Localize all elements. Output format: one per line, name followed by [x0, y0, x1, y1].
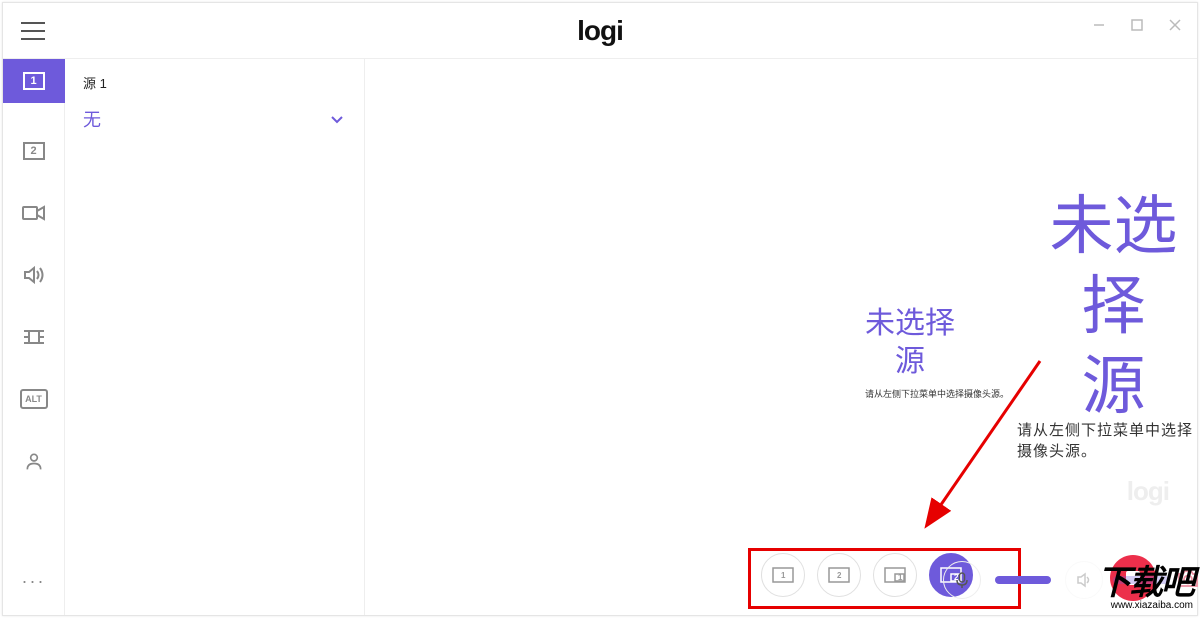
- logo: logi: [577, 15, 623, 47]
- source-label: 源 1: [83, 73, 346, 92]
- preview-small-message: 未选择 源: [865, 305, 955, 380]
- minimize-button[interactable]: [1087, 13, 1111, 37]
- source-1-icon: 1: [23, 72, 45, 90]
- output-button[interactable]: [1065, 561, 1103, 599]
- speaker-icon: [22, 265, 46, 285]
- rail-source-1[interactable]: 1: [3, 59, 65, 103]
- rail-more[interactable]: ···: [18, 567, 50, 595]
- source-panel: 源 1 无: [65, 59, 365, 615]
- app-window: logi 1 2: [2, 2, 1198, 616]
- output-level-slider[interactable]: [1113, 576, 1169, 584]
- left-rail: 1 2 ALT ···: [3, 59, 65, 615]
- layout-single-2[interactable]: 2: [817, 553, 861, 597]
- layout-single-1[interactable]: 1: [761, 553, 805, 597]
- rail-audio[interactable]: [18, 261, 50, 289]
- svg-text:1: 1: [898, 573, 903, 582]
- content: 1 2 ALT ··· 源 1: [3, 59, 1197, 615]
- alt-icon: ALT: [20, 389, 48, 409]
- menu-button[interactable]: [21, 16, 51, 46]
- right-controls: [943, 561, 1169, 599]
- preview-large-helper: 请从左侧下拉菜单中选择摄像头源。: [1017, 419, 1197, 461]
- main-area: 未选择 源 请从左侧下拉菜单中选择摄像头源。 未选择 源 请从左侧下拉菜单中选择…: [365, 59, 1197, 615]
- snapshot-button[interactable]: [1176, 567, 1200, 589]
- person-icon: [22, 451, 46, 471]
- layout-pip-1[interactable]: 1: [873, 553, 917, 597]
- scene-icon: [22, 327, 46, 347]
- microphone-icon: [953, 571, 971, 589]
- svg-text:2: 2: [837, 571, 842, 580]
- ghost-logo: logi: [1127, 476, 1169, 507]
- mic-button[interactable]: [943, 561, 981, 599]
- camera-outline-icon: [1176, 567, 1200, 589]
- source-dropdown[interactable]: 无: [83, 106, 346, 132]
- close-button[interactable]: [1163, 13, 1187, 37]
- rail-profile[interactable]: [18, 447, 50, 475]
- speaker-small-icon: [1075, 571, 1093, 589]
- rail-camera[interactable]: [18, 199, 50, 227]
- preview-large-message: 未选择 源: [1030, 187, 1197, 427]
- preview-small-helper: 请从左侧下拉菜单中选择摄像头源。: [865, 387, 1009, 400]
- camera-icon: [22, 203, 46, 223]
- mic-level-slider[interactable]: [995, 576, 1051, 584]
- chevron-down-icon: [328, 110, 346, 128]
- rail-scene[interactable]: [18, 323, 50, 351]
- rail-alt[interactable]: ALT: [18, 385, 50, 413]
- title-bar: logi: [3, 3, 1197, 59]
- maximize-button[interactable]: [1125, 13, 1149, 37]
- window-controls: [1087, 13, 1187, 37]
- source-value: 无: [83, 106, 101, 132]
- svg-text:1: 1: [781, 571, 786, 580]
- rail-source-2[interactable]: 2: [18, 137, 50, 165]
- source-2-icon: 2: [23, 142, 45, 160]
